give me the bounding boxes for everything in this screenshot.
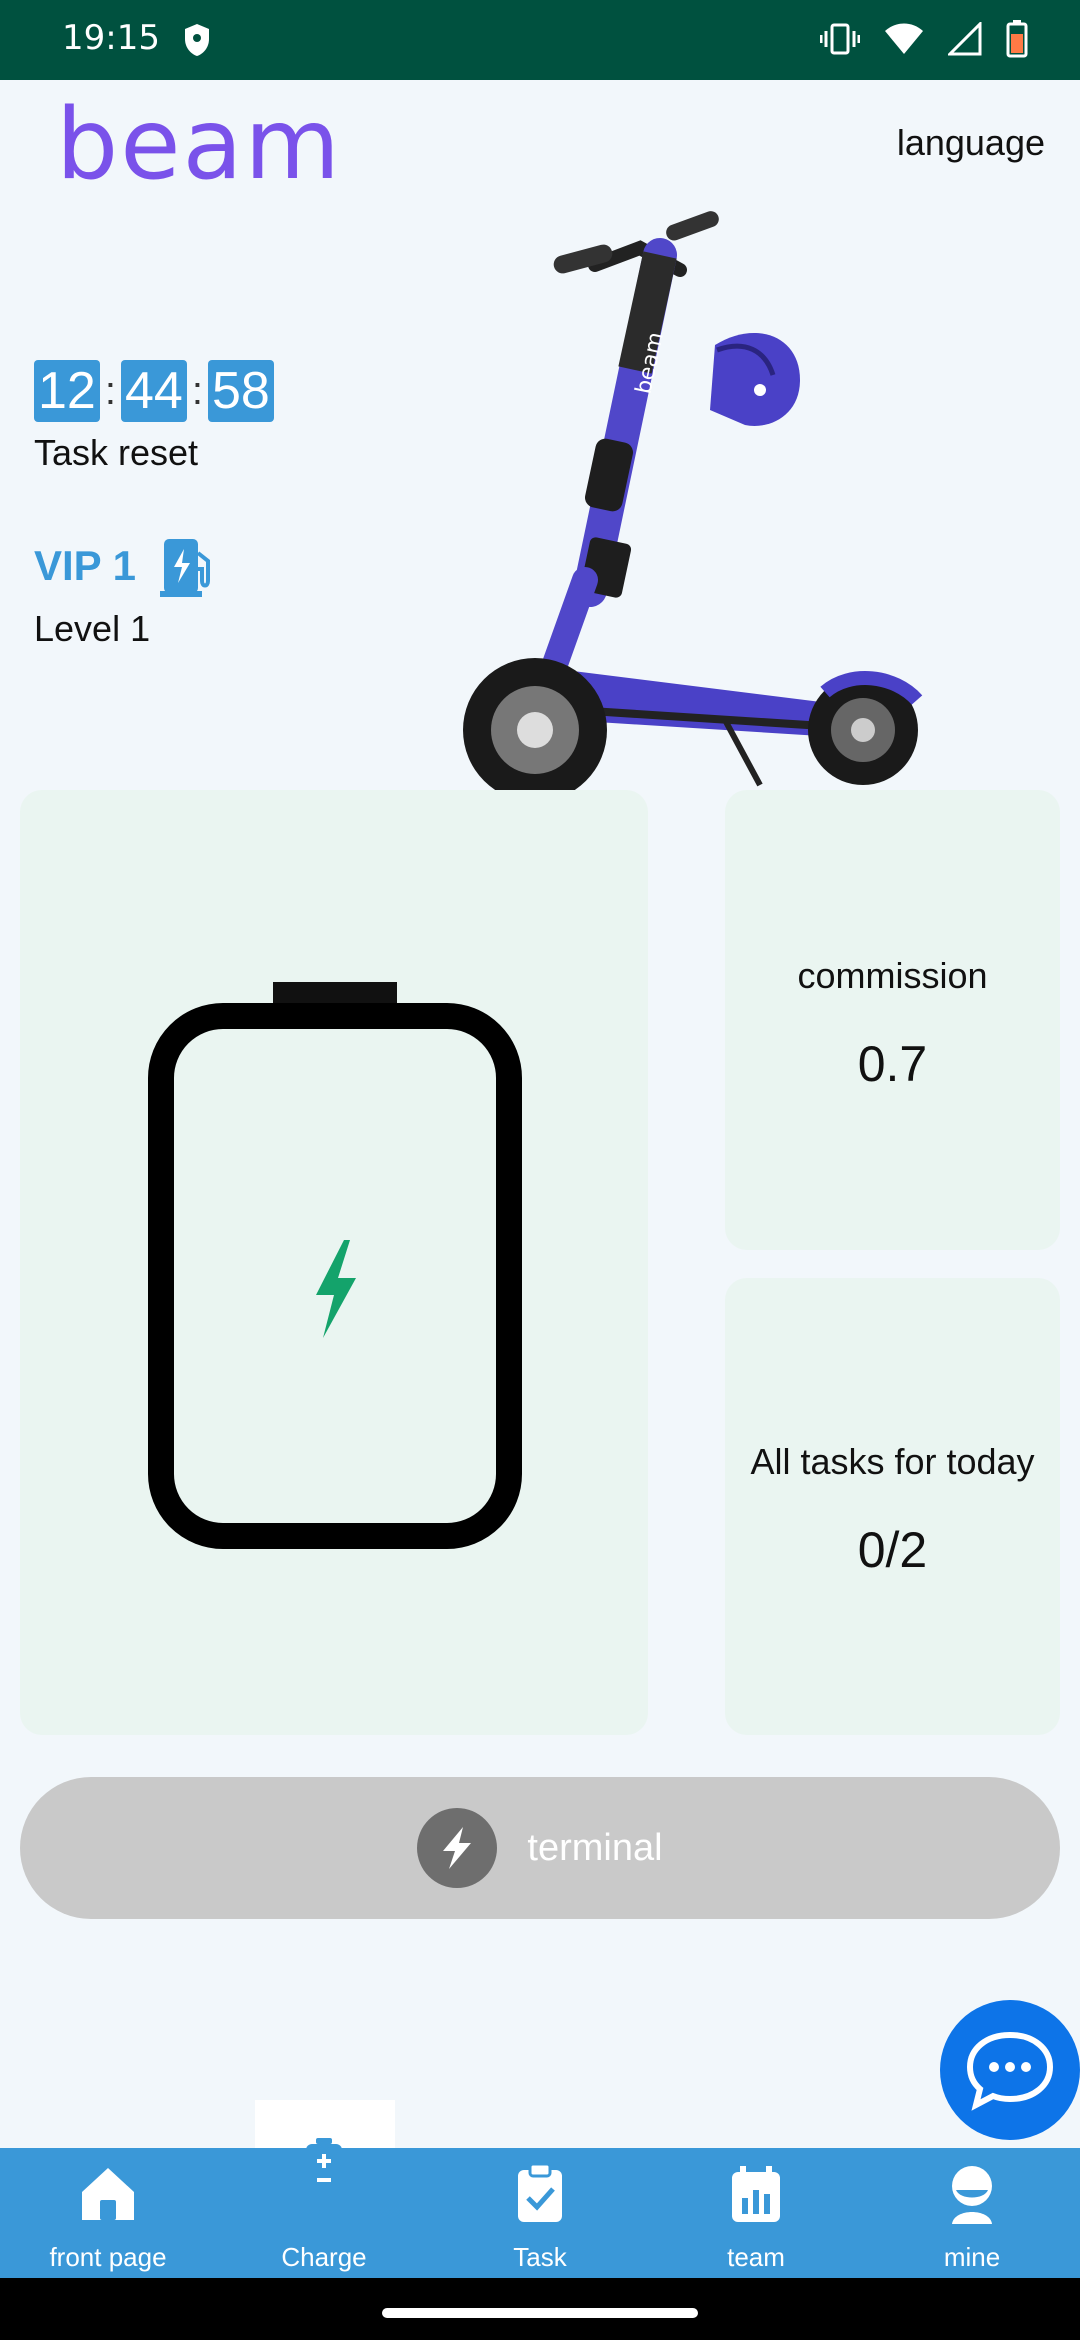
signal-icon [948,22,982,56]
status-bar: 19:15 [0,0,1080,80]
tasks-value: 0/2 [857,1522,928,1578]
commission-value: 0.7 [857,1036,928,1092]
task-reset-label: Task reset [34,432,199,473]
terminal-button[interactable]: terminal [20,1777,1060,1919]
status-icons [820,20,1028,58]
charging-station-icon [159,539,210,597]
task-reset-timer: 12 : 44 : 58 [34,360,274,422]
wifi-icon [885,23,923,54]
status-time: 19:15 [62,18,160,58]
nav-task-label: Task [513,2242,567,2272]
tasks-card: All tasks for today 0/2 [725,1278,1060,1735]
nav-front-page[interactable]: front page [0,2148,216,2278]
shield-icon [182,22,212,63]
commission-card: commission 0.7 [725,790,1060,1250]
nav-task[interactable]: Task [432,2148,648,2278]
battery-status-icon [1006,20,1028,58]
battery-icon[interactable] [148,980,522,1550]
timer-seconds: 58 [207,360,274,422]
person-icon [952,2166,992,2224]
clipboard-check-icon [518,2162,562,2222]
timer-separator: : [191,369,203,413]
timer-separator: : [104,369,116,413]
nav-front-page-label: front page [49,2242,167,2272]
language-button[interactable]: language [897,122,1045,164]
vibrate-icon [820,23,860,55]
vip-badge: VIP 1 [34,535,216,597]
nav-team[interactable]: team [648,2148,864,2278]
timer-minutes: 44 [120,360,187,422]
home-icon [82,2168,134,2220]
level-label: Level 1 [34,608,151,649]
nav-charge-label: Charge [281,2242,367,2272]
nav-mine[interactable]: mine [864,2148,1080,2278]
scooter-image: beam [463,211,923,800]
svg-text:beam: beam [56,100,342,190]
nav-team-label: team [727,2242,785,2272]
tasks-label: All tasks for today [750,1441,1035,1482]
battery-icon [306,2138,342,2196]
chat-button[interactable] [940,2000,1080,2140]
nav-mine-label: mine [943,2242,1001,2272]
lightning-icon [417,1808,498,1888]
commission-label: commission [797,955,988,996]
home-indicator[interactable] [382,2308,698,2318]
calendar-chart-icon [732,2166,780,2222]
bolt-icon [316,1240,356,1338]
terminal-label: terminal [527,1826,663,1869]
chat-icon [966,2031,1054,2111]
bottom-nav: front page Charge Task team mine [0,2138,1080,2278]
timer-hours: 12 [34,360,100,422]
vip-label: VIP 1 [34,542,136,589]
beam-logo: beam [56,100,342,190]
nav-charge[interactable]: Charge [216,2138,432,2278]
